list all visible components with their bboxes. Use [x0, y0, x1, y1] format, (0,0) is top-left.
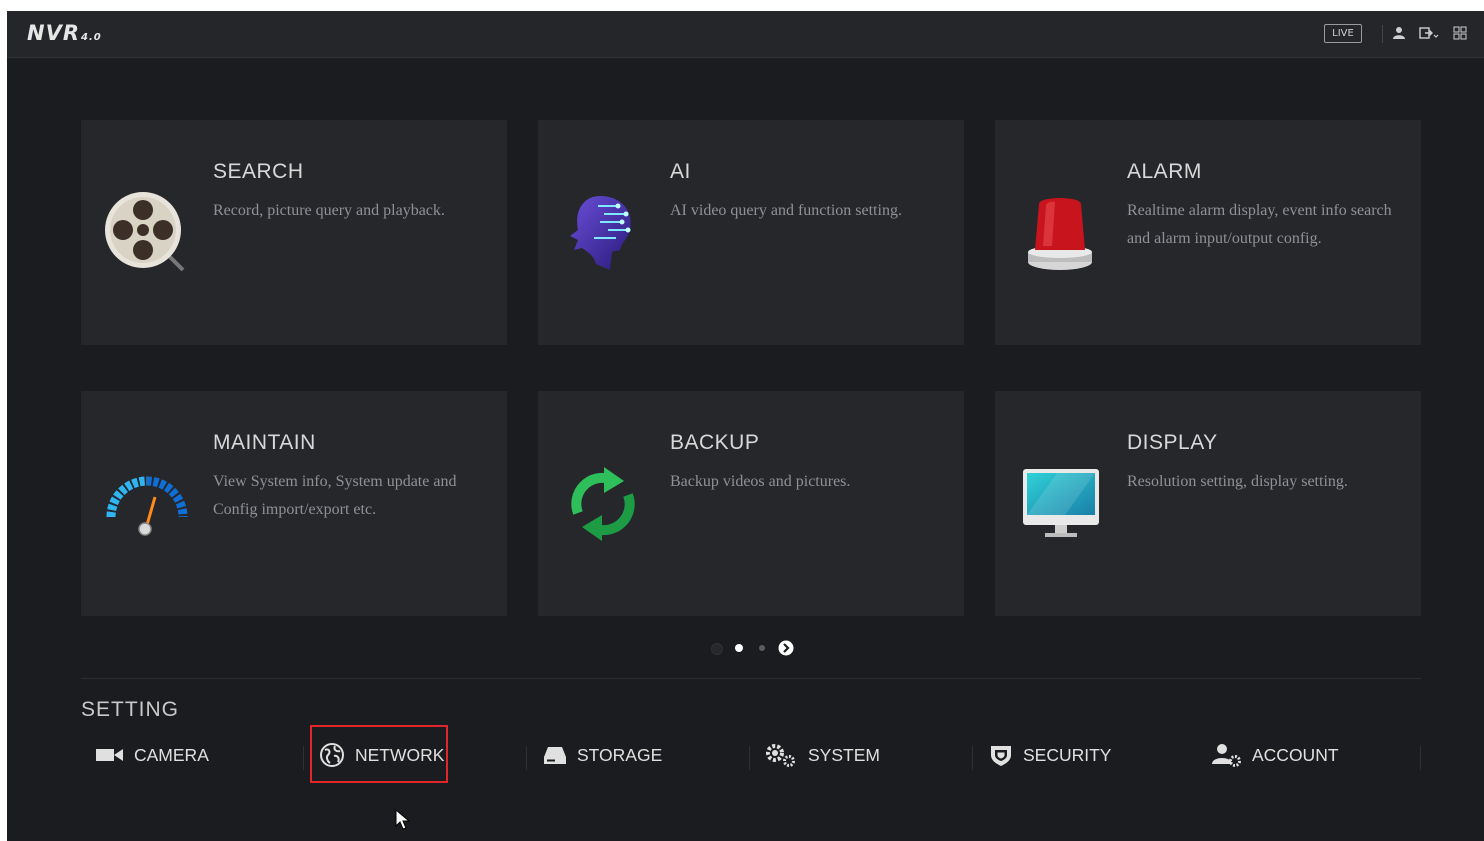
card-description: AI video query and function setting. [670, 202, 902, 219]
pager-prev-disabled [711, 643, 723, 655]
ai-card[interactable]: AI AI video query and function setting. [538, 120, 964, 345]
setting-separator [526, 746, 527, 770]
hard-drive-icon [544, 747, 566, 764]
pager-next-icon[interactable] [778, 640, 794, 656]
card-description: View System info, System update and Conf… [213, 473, 457, 518]
top-bar: NVR4.0 LIVE [7, 11, 1484, 58]
card-title: MAINTAIN [213, 431, 316, 454]
card-description: Backup videos and pictures. [670, 473, 851, 490]
shield-icon [991, 746, 1011, 766]
logout-icon[interactable] [1419, 26, 1439, 40]
refresh-arrows-icon [571, 467, 635, 541]
pager-dot[interactable] [759, 645, 765, 651]
setting-item-account[interactable]: ACCOUNT [1212, 726, 1339, 784]
setting-separator [303, 746, 304, 770]
card-title: DISPLAY [1127, 431, 1218, 454]
setting-item-camera[interactable]: CAMERA [96, 726, 209, 784]
setting-item-label: ACCOUNT [1252, 744, 1339, 765]
card-description: Record, picture query and playback. [213, 202, 445, 219]
user-icon[interactable] [1392, 26, 1406, 40]
setting-item-system[interactable]: SYSTEM [764, 726, 880, 784]
monitor-icon [1023, 469, 1099, 537]
nvr-main-menu: NVR4.0 LIVE SEARCH Record, picture query… [7, 11, 1484, 841]
search-card[interactable]: SEARCH Record, picture query and playbac… [81, 120, 507, 345]
nvr-logo: NVR4.0 [27, 21, 102, 45]
card-description: Resolution setting, display setting. [1127, 473, 1348, 490]
section-divider [81, 678, 1421, 679]
pager-dot-active[interactable] [735, 644, 743, 652]
camera-icon [96, 749, 123, 761]
topbar-divider [1382, 25, 1383, 43]
card-title: BACKUP [670, 431, 760, 454]
gauge-icon [106, 476, 188, 536]
setting-item-label: SYSTEM [808, 744, 880, 765]
gears-icon [766, 744, 795, 767]
card-title: SEARCH [213, 160, 304, 183]
setting-separator [972, 746, 973, 770]
ai-head-icon [570, 196, 631, 270]
backup-card[interactable]: BACKUP Backup videos and pictures. [538, 391, 964, 616]
setting-separator [749, 746, 750, 770]
setting-item-label: CAMERA [134, 744, 209, 765]
network-highlight-box [310, 725, 448, 783]
setting-item-security[interactable]: SECURITY [989, 726, 1111, 784]
film-reel-icon [105, 192, 185, 272]
card-title: AI [670, 160, 691, 183]
user-gear-icon [1212, 744, 1241, 767]
live-button[interactable]: LIVE [1324, 24, 1362, 43]
maintain-card[interactable]: MAINTAIN View System info, System update… [81, 391, 507, 616]
alarm-card[interactable]: ALARM Realtime alarm display, event info… [995, 120, 1421, 345]
card-description: Realtime alarm display, event info searc… [1127, 202, 1392, 247]
setting-item-storage[interactable]: STORAGE [543, 726, 662, 784]
card-title: ALARM [1127, 160, 1202, 183]
mouse-cursor-icon [395, 809, 411, 830]
setting-separator [1420, 746, 1421, 770]
setting-section-title: SETTING [81, 698, 180, 721]
setting-item-label: STORAGE [577, 744, 663, 765]
alarm-siren-icon [1028, 198, 1092, 270]
display-card[interactable]: DISPLAY Resolution setting, display sett… [995, 391, 1421, 616]
layout-icon[interactable] [1453, 26, 1467, 40]
setting-item-label: SECURITY [1023, 744, 1112, 765]
